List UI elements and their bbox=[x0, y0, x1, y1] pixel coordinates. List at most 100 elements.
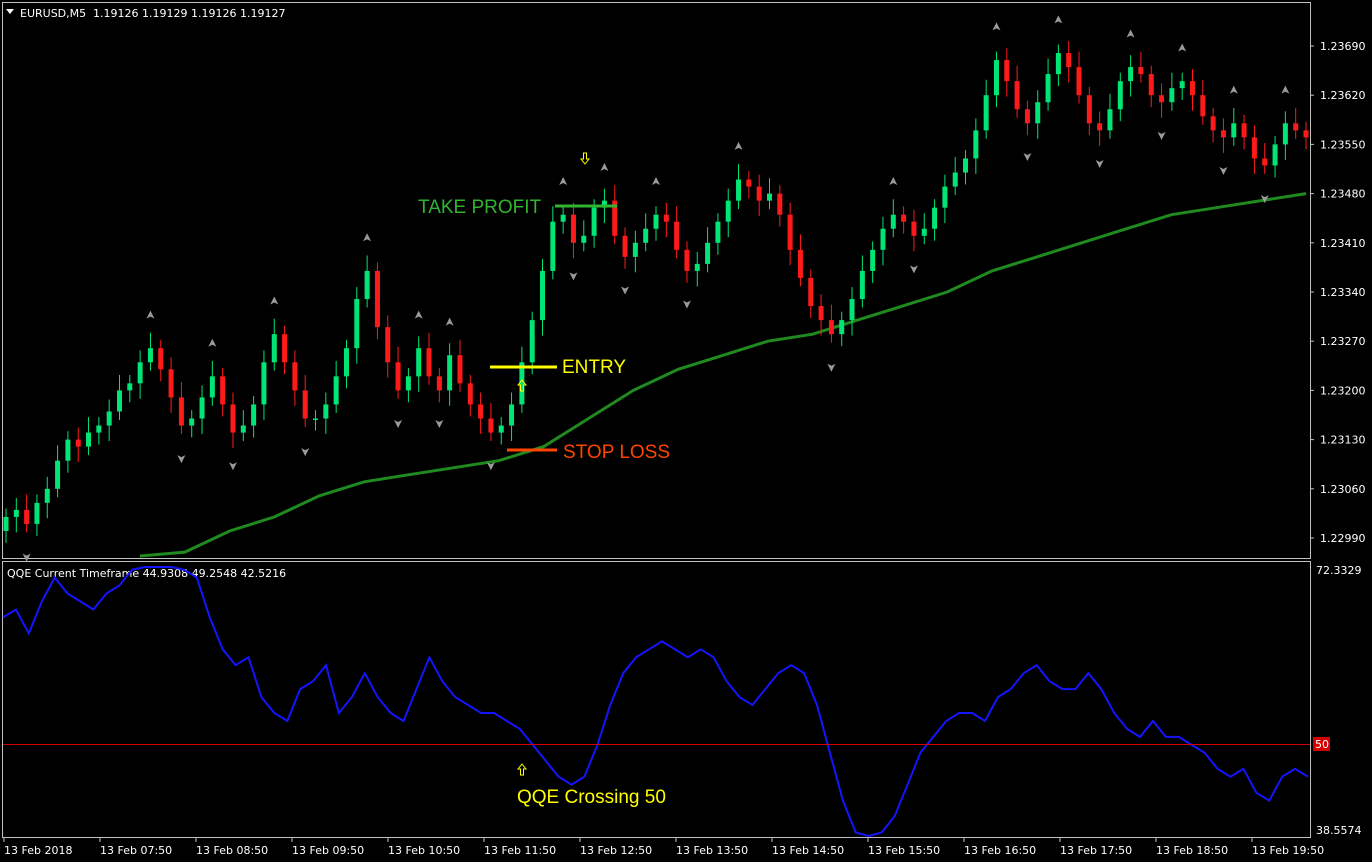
candle-body bbox=[426, 348, 432, 377]
candle-body bbox=[199, 397, 205, 419]
dropdown-triangle-icon[interactable] bbox=[6, 9, 14, 14]
candle-body bbox=[1159, 95, 1165, 103]
fractal-up-icon bbox=[1178, 43, 1187, 52]
fractal-down-icon bbox=[394, 420, 403, 429]
candle-body bbox=[333, 376, 339, 405]
time-tick-label: 13 Feb 19:50 bbox=[1252, 844, 1324, 857]
candle-body bbox=[1272, 144, 1278, 166]
candle-body bbox=[158, 348, 164, 370]
candle-body bbox=[674, 221, 680, 250]
candle-body bbox=[1045, 74, 1051, 103]
candle-body bbox=[86, 432, 92, 447]
candle-body bbox=[880, 228, 886, 250]
price-tick-label: 1.23550 bbox=[1320, 138, 1366, 151]
candle-body bbox=[1210, 116, 1216, 131]
fractal-up-icon bbox=[146, 310, 155, 319]
time-tick-label: 13 Feb 09:50 bbox=[292, 844, 364, 857]
time-tick-label: 13 Feb 18:50 bbox=[1156, 844, 1228, 857]
candle-body bbox=[271, 334, 277, 363]
fractal-up-icon bbox=[1054, 15, 1063, 24]
moving-average-line bbox=[139, 192, 1307, 558]
candle-body bbox=[65, 439, 71, 461]
candle-body bbox=[96, 425, 102, 433]
candle-body bbox=[993, 60, 999, 96]
candle-body bbox=[127, 383, 133, 391]
candle-body bbox=[498, 425, 504, 433]
candle-body bbox=[684, 249, 690, 271]
candle-body bbox=[3, 516, 9, 531]
take-profit-label: TAKE PROFIT bbox=[418, 197, 542, 218]
candle-body bbox=[942, 186, 948, 208]
candle-body bbox=[1117, 81, 1123, 110]
stop-loss-label: STOP LOSS bbox=[563, 442, 670, 463]
candle-body bbox=[292, 362, 298, 391]
candle-body bbox=[220, 376, 226, 405]
fractal-down-icon bbox=[621, 286, 630, 295]
candle-body bbox=[663, 214, 669, 222]
candle-body bbox=[777, 193, 783, 215]
candle-body bbox=[581, 235, 587, 243]
fractal-down-icon bbox=[909, 265, 918, 274]
candle-body bbox=[725, 200, 731, 222]
price-tick-label: 1.23480 bbox=[1320, 188, 1366, 201]
candle-body bbox=[24, 509, 30, 524]
candle-body bbox=[147, 348, 153, 363]
candle-body bbox=[1231, 123, 1237, 138]
candle-body bbox=[106, 411, 112, 426]
candle-body bbox=[1190, 81, 1196, 96]
candle-body bbox=[1128, 67, 1134, 82]
candle-body bbox=[1293, 123, 1299, 131]
time-tick-label: 13 Feb 16:50 bbox=[964, 844, 1036, 857]
candle-body bbox=[653, 214, 659, 229]
candle-body bbox=[632, 242, 638, 257]
candle-body bbox=[34, 502, 40, 524]
fractal-up-icon bbox=[889, 177, 898, 186]
price-tick-label: 1.23060 bbox=[1320, 483, 1366, 496]
candle-body bbox=[395, 362, 401, 391]
candle-body bbox=[828, 320, 834, 335]
time-tick-label: 13 Feb 13:50 bbox=[676, 844, 748, 857]
fractal-up-icon bbox=[1229, 85, 1238, 94]
candle-body bbox=[1076, 67, 1082, 96]
fractal-up-icon bbox=[1126, 29, 1135, 38]
candle-body bbox=[1169, 88, 1175, 103]
candle-body bbox=[1303, 130, 1309, 138]
fractal-down-icon bbox=[1219, 167, 1228, 175]
price-tick-label: 1.23410 bbox=[1320, 237, 1366, 250]
moving-average-layer bbox=[139, 192, 1307, 558]
time-tick-label: 13 Feb 17:50 bbox=[1060, 844, 1132, 857]
fractal-down-icon bbox=[682, 300, 691, 309]
fractal-up-icon bbox=[992, 22, 1001, 31]
candle-body bbox=[1004, 60, 1010, 82]
candle-body bbox=[354, 299, 360, 349]
price-tick-label: 1.23340 bbox=[1320, 286, 1366, 299]
candle-body bbox=[560, 214, 566, 222]
fractal-down-icon bbox=[827, 363, 836, 372]
candle-body bbox=[839, 320, 845, 335]
candle-body bbox=[488, 418, 494, 433]
candle-body bbox=[890, 214, 896, 229]
candle-body bbox=[859, 270, 865, 300]
candle-body bbox=[870, 249, 876, 271]
time-tick-label: 13 Feb 10:50 bbox=[388, 844, 460, 857]
price-tick-label: 1.23130 bbox=[1320, 434, 1366, 447]
qqe-level-50-text: 50 bbox=[1315, 738, 1329, 751]
candle-body bbox=[570, 214, 576, 243]
fractal-up-icon bbox=[270, 296, 279, 305]
candle-body bbox=[75, 439, 81, 447]
candle-body bbox=[240, 425, 246, 433]
candle-body bbox=[13, 509, 19, 517]
time-tick-label: 13 Feb 2018 bbox=[4, 844, 72, 857]
qqe-crossing-label: QQE Crossing 50 bbox=[517, 787, 666, 808]
fractals-layer bbox=[22, 15, 1290, 562]
candle-body bbox=[808, 277, 814, 307]
price-tick-label: 1.23690 bbox=[1320, 40, 1366, 53]
candle-body bbox=[137, 362, 143, 384]
candle-body bbox=[529, 320, 535, 363]
candle-body bbox=[478, 404, 484, 419]
candle-body bbox=[622, 235, 628, 257]
price-tick-label: 1.23270 bbox=[1320, 335, 1366, 348]
candle-body bbox=[818, 306, 824, 321]
candle-body bbox=[509, 404, 515, 426]
fractal-down-icon bbox=[1023, 152, 1032, 161]
